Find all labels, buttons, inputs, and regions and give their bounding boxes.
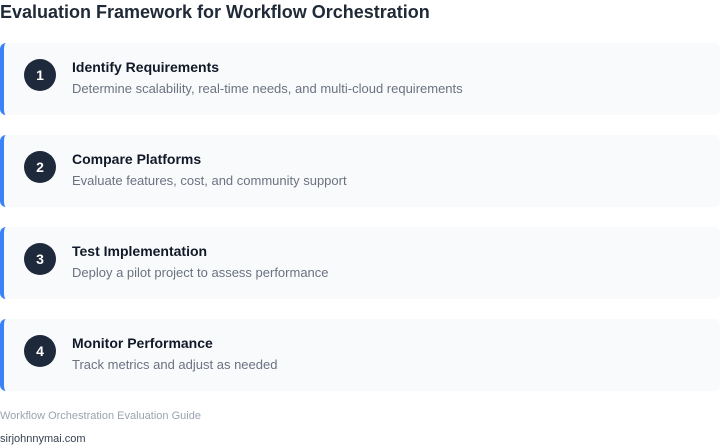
step-number-badge: 2 — [24, 151, 56, 183]
step-number-badge: 4 — [24, 335, 56, 367]
step-description: Deploy a pilot project to assess perform… — [72, 265, 329, 280]
step-card-3: 3 Test Implementation Deploy a pilot pro… — [0, 227, 720, 299]
step-card-2: 2 Compare Platforms Evaluate features, c… — [0, 135, 720, 207]
step-description: Determine scalability, real-time needs, … — [72, 81, 463, 96]
step-heading: Compare Platforms — [72, 151, 202, 167]
step-number-badge: 3 — [24, 243, 56, 275]
step-card-1: 1 Identify Requirements Determine scalab… — [0, 43, 720, 115]
page: Evaluation Framework for Workflow Orches… — [0, 0, 720, 445]
step-card-4: 4 Monitor Performance Track metrics and … — [0, 319, 720, 391]
page-title: Evaluation Framework for Workflow Orches… — [0, 2, 430, 22]
footer-site-link[interactable]: sirjohnnymai.com — [0, 432, 86, 445]
step-description: Track metrics and adjust as needed — [72, 357, 278, 372]
step-heading: Identify Requirements — [72, 59, 220, 75]
step-number-badge: 1 — [24, 59, 56, 91]
step-description: Evaluate features, cost, and community s… — [72, 173, 347, 188]
step-list: 1 Identify Requirements Determine scalab… — [0, 43, 720, 411]
footer-caption: Workflow Orchestration Evaluation Guide — [0, 410, 201, 422]
step-heading: Monitor Performance — [72, 335, 213, 351]
step-heading: Test Implementation — [72, 243, 208, 259]
